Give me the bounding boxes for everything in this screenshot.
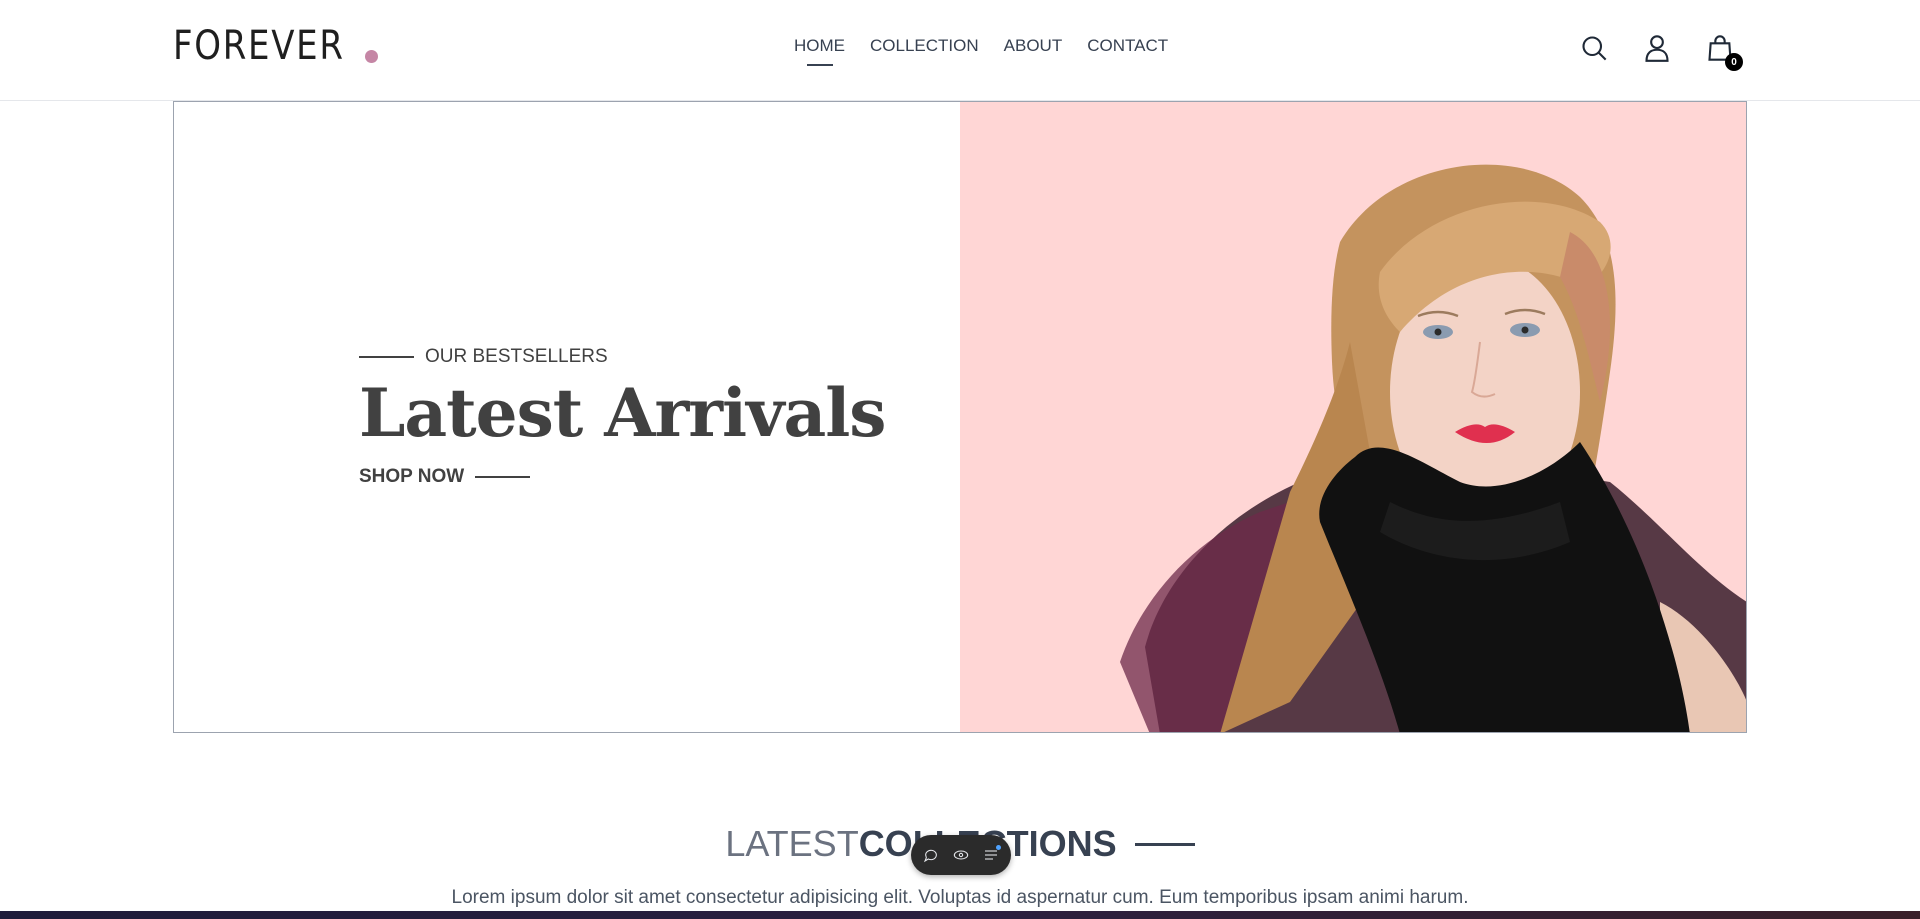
main-nav: HOME COLLECTION ABOUT CONTACT xyxy=(794,36,1168,66)
floating-toolbar xyxy=(911,835,1011,875)
cart-count-badge: 0 xyxy=(1725,53,1743,71)
nav-about[interactable]: ABOUT xyxy=(1004,36,1063,56)
nav-about-label: ABOUT xyxy=(1003,36,1063,55)
bottom-strip xyxy=(0,911,1920,919)
profile-button[interactable] xyxy=(1642,33,1672,63)
eye-icon xyxy=(953,850,969,860)
title-dash xyxy=(1134,842,1195,846)
shop-now-label: SHOP NOW xyxy=(359,466,465,487)
search-button[interactable] xyxy=(1579,33,1609,63)
cart-button[interactable]: 0 xyxy=(1705,33,1743,71)
hero-tag-text: OUR BESTSELLERS xyxy=(425,346,608,367)
shop-now-link[interactable]: SHOP NOW xyxy=(359,466,531,488)
model-portrait-image xyxy=(1120,164,1746,732)
site-header: FOREVER HOME COLLECTION ABOUT CONTACT 0 xyxy=(173,0,1747,100)
logo-dot xyxy=(365,50,378,63)
view-button[interactable] xyxy=(952,846,970,864)
title-light: LATEST xyxy=(725,823,859,864)
nav-contact[interactable]: CONTACT xyxy=(1087,36,1168,56)
chat-icon xyxy=(923,849,937,863)
hero-text-panel: OUR BESTSELLERS Latest Arrivals SHOP NOW xyxy=(174,102,960,732)
nav-collection[interactable]: COLLECTION xyxy=(870,36,979,56)
logo-text: FOREVER xyxy=(173,23,345,69)
user-icon xyxy=(1645,35,1669,62)
brand-logo[interactable]: FOREVER xyxy=(173,24,378,66)
notification-dot xyxy=(996,845,1001,850)
tag-line xyxy=(359,356,414,358)
latest-collections-description: Lorem ipsum dolor sit amet consectetur a… xyxy=(451,887,1469,908)
nav-active-indicator xyxy=(806,64,833,66)
hero-banner: OUR BESTSELLERS Latest Arrivals SHOP NOW xyxy=(173,101,1747,733)
nav-home-label: HOME xyxy=(794,36,845,55)
hero-tag: OUR BESTSELLERS xyxy=(359,346,608,368)
search-icon xyxy=(1582,36,1607,61)
list-button[interactable] xyxy=(982,845,1001,864)
nav-contact-label: CONTACT xyxy=(1087,36,1169,55)
hero-title: Latest Arrivals xyxy=(359,374,886,452)
nav-collection-label: COLLECTION xyxy=(870,36,979,55)
chat-button[interactable] xyxy=(922,846,940,864)
nav-home[interactable]: HOME xyxy=(794,36,845,66)
cta-line xyxy=(475,476,531,478)
hero-image xyxy=(960,102,1746,732)
header-icons: 0 xyxy=(1579,33,1743,71)
